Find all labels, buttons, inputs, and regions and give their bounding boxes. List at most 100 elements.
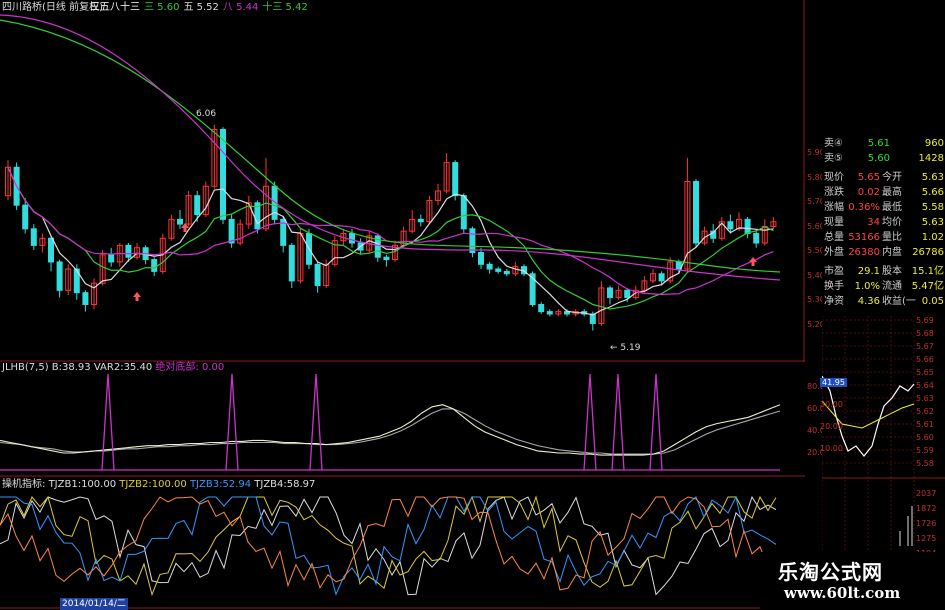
quote-cell: 960 <box>924 138 944 149</box>
quote-cell: 34 <box>867 217 880 228</box>
candle-body <box>417 218 424 223</box>
quote-cell: 今开 <box>882 172 902 183</box>
quote-cell: 0.02 <box>857 187 880 198</box>
candle-body <box>151 259 158 272</box>
indicator-tjzb-panel[interactable]: 操机指标: TJZB1:100.00 TJZB2:100.00 TJZB3:52… <box>0 477 825 610</box>
quote-cell: 1.0% <box>854 281 880 292</box>
mini-price-tick: 5.68 <box>916 329 934 338</box>
ma-line-20 <box>7 167 774 296</box>
quote-cell: 1428 <box>918 153 944 164</box>
quote-cell: 5.66 <box>921 187 944 198</box>
candle-body <box>495 268 502 272</box>
quote-cell: 卖④ <box>824 138 843 149</box>
quote-cell: 5.63 <box>921 217 944 228</box>
indicator-jlhb-panel[interactable]: JLHB(7,5) B:38.93 VAR2:35.40 绝对底部: 0.00 … <box>0 362 830 477</box>
candle-body <box>125 244 132 258</box>
quote-cell: 15.1亿 <box>911 266 944 277</box>
buy-signal-arrow <box>749 257 757 266</box>
candle-body <box>486 263 493 270</box>
watermark-title: 乐淘公式网 <box>778 560 883 584</box>
candle-body <box>727 221 734 230</box>
mini-volume-tick: 1872 <box>916 504 936 513</box>
candle-body <box>460 195 467 230</box>
low-annotation: ← 5.19 <box>610 343 641 353</box>
candle-body <box>744 218 751 235</box>
candlestick-chart: 6.06 ← 5.19 <box>0 0 805 362</box>
candle-body <box>177 218 183 225</box>
quote-cell: 5.65 <box>857 172 880 183</box>
mini-price-tick: 5.69 <box>916 316 934 325</box>
signal-spike <box>309 373 323 471</box>
quote-cell: 涨幅 <box>824 202 844 213</box>
jlhb-chart <box>0 373 805 477</box>
candle-body <box>314 263 321 287</box>
mini-left-tick: 30.00 <box>820 400 843 409</box>
ask-row: 卖④ 5.61 960 <box>822 136 945 151</box>
candle-body <box>108 254 115 263</box>
quote-cell: 0.36% <box>848 202 880 213</box>
quote-cell: 股本 <box>882 266 902 277</box>
mini-volume-tick: 2037 <box>916 489 936 498</box>
candle-body <box>478 251 484 265</box>
mini-volume-tick: 1726 <box>916 519 936 528</box>
mini-price-tick: 5.62 <box>916 407 934 416</box>
ma-line-long <box>0 19 781 273</box>
candle-body <box>48 237 54 263</box>
candle-body <box>56 261 63 291</box>
candle-body <box>228 218 235 244</box>
candle-body <box>349 233 355 244</box>
quote-panel: 卖④ 5.61 960 卖⑤ 5.60 1428 现价 5.65 今开 5.63 涨跌 0.02 最高 5… <box>822 136 945 307</box>
quote-cell: 总量 <box>824 232 844 243</box>
quote-cell: 1.02 <box>921 232 944 243</box>
mini-price-tick: 5.64 <box>916 381 934 390</box>
main-chart-panel[interactable]: 四川路桥(日线 前复权) 三五八十三三 5.60 五 5.52 八 5.44 十三 5… <box>0 0 825 362</box>
stat-row: 涨幅 0.36% 最低 5.58 <box>822 200 945 215</box>
fundamental-row: 市盈 29.1 股本 15.1亿 <box>822 264 945 279</box>
mini-price-tick: 5.58 <box>916 459 934 468</box>
candle-body <box>469 228 476 253</box>
mini-left-axis: 41.95 30.00 20.00 10.00 <box>790 370 847 470</box>
quote-cell: 量比 <box>882 232 902 243</box>
mini-left-tick: 10.00 <box>820 444 843 453</box>
mini-price-tick: 5.65 <box>916 368 934 377</box>
stat-row: 现价 5.65 今开 5.63 <box>822 170 945 185</box>
quote-cell: 现价 <box>824 172 844 183</box>
stat-row: 总量 53166 量比 1.02 <box>822 230 945 245</box>
quote-cell: 换手 <box>824 281 844 292</box>
candle-body <box>220 128 226 220</box>
mini-price-tick: 5.63 <box>916 394 934 403</box>
ask-row: 卖⑤ 5.60 1428 <box>822 151 945 166</box>
quote-cell: 最低 <box>882 202 902 213</box>
ma-line-10 <box>7 167 774 310</box>
quote-cell: 5.61 <box>867 138 890 149</box>
candle-body <box>22 204 29 230</box>
quote-cell: 29.1 <box>857 266 880 277</box>
watermark-url: www.60lt.com <box>784 584 901 602</box>
signal-spike <box>583 373 597 471</box>
b-line <box>0 404 781 456</box>
quote-cell: 均价 <box>882 217 902 228</box>
candle-body <box>383 256 390 261</box>
mini-price-tick: 5.67 <box>916 342 934 351</box>
candle-body <box>624 289 631 298</box>
candle-body <box>538 304 545 313</box>
quote-cell: 内盘 <box>882 247 902 258</box>
watermark: 乐淘公式网 www.60lt.com <box>760 552 945 609</box>
mini-price-tick: 5.61 <box>916 420 934 429</box>
mini-price-tick: 5.60 <box>916 433 934 442</box>
mini-left-tick: 41.95 <box>820 378 847 387</box>
candle-body <box>546 311 553 315</box>
buy-signal-arrow <box>133 292 141 301</box>
candle-body <box>30 228 37 246</box>
quote-cell: 53166 <box>848 232 880 243</box>
quote-cell: 市盈 <box>824 266 844 277</box>
candle-body <box>658 273 665 282</box>
signal-spike <box>649 373 663 471</box>
quote-cell: 涨跌 <box>824 187 844 198</box>
candle-body <box>503 270 510 275</box>
candle-body <box>288 244 295 282</box>
quote-cell: 26380 <box>848 247 880 258</box>
stat-row: 现量 34 均价 5.63 <box>822 215 945 230</box>
mini-left-tick: 20.00 <box>820 422 843 431</box>
tjzb-chart <box>0 495 805 609</box>
